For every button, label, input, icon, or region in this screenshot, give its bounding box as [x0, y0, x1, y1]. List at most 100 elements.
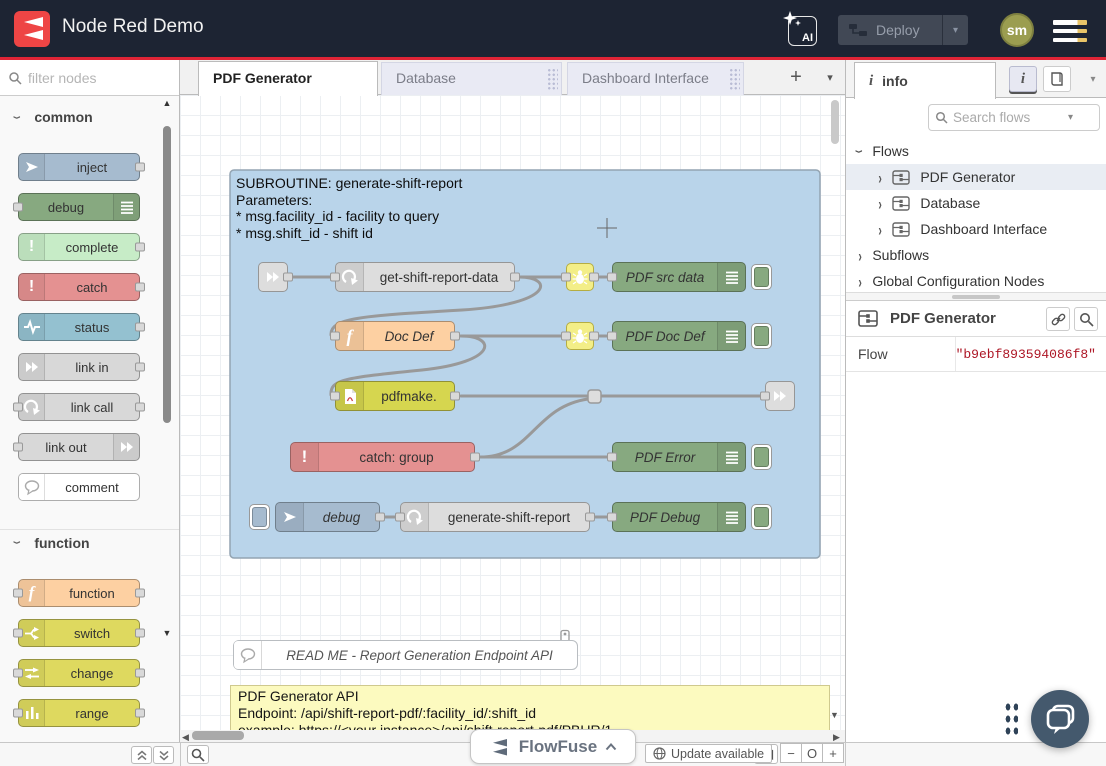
main-menu-icon[interactable] — [1053, 19, 1087, 43]
port-out[interactable] — [470, 453, 480, 462]
palette-node-catch[interactable]: ! catch — [18, 273, 140, 301]
port-out[interactable] — [450, 392, 460, 401]
palette-node-link-call[interactable]: link call — [18, 393, 140, 421]
port-in[interactable] — [607, 513, 617, 522]
port-out[interactable] — [135, 669, 145, 678]
tab-database[interactable]: Database — [381, 62, 562, 95]
tree-flow-database[interactable]: › Database — [846, 190, 1106, 216]
palette-node-switch[interactable]: switch — [18, 619, 140, 647]
port-in[interactable] — [330, 273, 340, 282]
tree-subflows[interactable]: › Subflows — [846, 242, 1106, 268]
filter-nodes-input[interactable] — [28, 70, 158, 86]
node-pdf-doc-def[interactable]: PDF Doc Def — [612, 321, 746, 351]
palette-node-debug[interactable]: debug — [18, 193, 140, 221]
port-in[interactable] — [561, 332, 571, 341]
palette-filter[interactable] — [0, 60, 179, 96]
search-options-caret[interactable]: ▾ — [1068, 112, 1073, 123]
port-out[interactable] — [283, 273, 293, 282]
node-link-out[interactable] — [765, 381, 795, 411]
debug-toggle-button[interactable] — [751, 264, 772, 290]
port-out[interactable] — [135, 283, 145, 292]
sidebar-help-button[interactable] — [1043, 66, 1071, 92]
node-comment-readme[interactable]: READ ME - Report Generation Endpoint API — [233, 640, 578, 670]
add-flow-button[interactable]: + — [780, 60, 812, 95]
tree-flow-pdf-generator[interactable]: › PDF Generator — [846, 164, 1106, 190]
palette-node-link-out[interactable]: link out — [18, 433, 140, 461]
port-out[interactable] — [135, 709, 145, 718]
zoom-in-button[interactable]: + — [822, 743, 844, 763]
api-info-note[interactable]: PDF Generator API Endpoint: /api/shift-r… — [230, 685, 830, 730]
canvas-scroll-down-icon[interactable]: ▼ — [830, 710, 839, 720]
port-in[interactable] — [607, 273, 617, 282]
port-out[interactable] — [589, 273, 599, 282]
port-out[interactable] — [135, 629, 145, 638]
port-out[interactable] — [135, 589, 145, 598]
search-flows-input[interactable] — [953, 110, 1063, 125]
port-in[interactable] — [607, 453, 617, 462]
node-link-in[interactable] — [258, 262, 288, 292]
tree-global-config[interactable]: › Global Configuration Nodes — [846, 268, 1106, 294]
node-get-shift-report-data[interactable]: get-shift-report-data — [335, 262, 515, 292]
canvas-vscrollbar[interactable] — [831, 100, 839, 144]
palette-collapse-all-button[interactable] — [131, 746, 152, 764]
palette-node-range[interactable]: range — [18, 699, 140, 727]
palette-node-link-in[interactable]: link in — [18, 353, 140, 381]
tree-flow-dashboard-interface[interactable]: › Dashboard Interface — [846, 216, 1106, 242]
palette-node-complete[interactable]: ! complete — [18, 233, 140, 261]
avatar[interactable]: sm — [1000, 13, 1034, 47]
ai-assistant-button[interactable]: AI — [788, 16, 817, 46]
port-out[interactable] — [135, 243, 145, 252]
canvas-hscroll-thumb[interactable] — [192, 731, 244, 740]
workspace-search-button[interactable] — [187, 745, 209, 764]
node-catch-group[interactable]: ! catch: group — [290, 442, 475, 472]
node-debug-breakpoint-2[interactable] — [566, 322, 594, 350]
port-in[interactable] — [561, 273, 571, 282]
sidebar-info-button[interactable]: i — [1009, 66, 1037, 92]
inject-button[interactable] — [249, 504, 270, 530]
deploy-options-caret[interactable]: ▾ — [942, 15, 968, 45]
update-available-button[interactable]: Update available — [645, 744, 772, 763]
flow-list-caret[interactable]: ▾ — [818, 60, 842, 95]
flow-canvas[interactable]: SUBROUTINE: generate-shift-report Parame… — [180, 95, 845, 730]
category-common[interactable]: › common — [0, 104, 160, 130]
port-out[interactable] — [375, 513, 385, 522]
port-in[interactable] — [13, 629, 23, 638]
port-out[interactable] — [510, 273, 520, 282]
search-flows-box[interactable]: ▾ — [928, 104, 1100, 131]
palette-node-inject[interactable]: inject — [18, 153, 140, 181]
port-in[interactable] — [13, 443, 23, 452]
category-function[interactable]: › function — [0, 529, 179, 555]
node-generate-shift-report[interactable]: generate-shift-report — [400, 502, 590, 532]
junction-node[interactable] — [588, 390, 601, 403]
copy-link-button[interactable] — [1046, 307, 1070, 331]
port-in[interactable] — [395, 513, 405, 522]
search-flow-button[interactable] — [1074, 307, 1098, 331]
port-out[interactable] — [589, 332, 599, 341]
splitter-grip[interactable] — [952, 295, 1000, 299]
flowfuse-panel-button[interactable]: FlowFuse — [470, 729, 636, 764]
sidebar-menu-caret[interactable]: ▾ — [1079, 66, 1106, 92]
port-in[interactable] — [13, 709, 23, 718]
node-pdfmake[interactable]: pdfmake. — [335, 381, 455, 411]
port-out[interactable] — [135, 363, 145, 372]
port-out[interactable] — [450, 332, 460, 341]
zoom-out-button[interactable]: − — [780, 743, 802, 763]
port-in[interactable] — [607, 332, 617, 341]
port-in[interactable] — [13, 669, 23, 678]
node-pdf-debug[interactable]: PDF Debug — [612, 502, 746, 532]
palette-scrollbar[interactable] — [163, 126, 171, 423]
node-pdf-error[interactable]: PDF Error — [612, 442, 746, 472]
tab-dashboard-interface[interactable]: Dashboard Interface — [567, 62, 744, 95]
tree-flows[interactable]: › Flows — [846, 138, 1106, 164]
palette-scroll-down-icon[interactable]: ▼ — [160, 628, 174, 638]
sidebar-splitter[interactable] — [846, 292, 1106, 301]
deploy-button[interactable]: Deploy ▾ — [838, 15, 968, 45]
palette-node-comment[interactable]: comment — [18, 473, 140, 501]
port-in[interactable] — [13, 203, 23, 212]
palette-scroll-up-icon[interactable]: ▲ — [160, 98, 174, 108]
port-in[interactable] — [13, 403, 23, 412]
node-debug-breakpoint-1[interactable] — [566, 263, 594, 291]
port-in[interactable] — [13, 589, 23, 598]
node-pdf-src-data[interactable]: PDF src data — [612, 262, 746, 292]
palette-expand-all-button[interactable] — [153, 746, 174, 764]
